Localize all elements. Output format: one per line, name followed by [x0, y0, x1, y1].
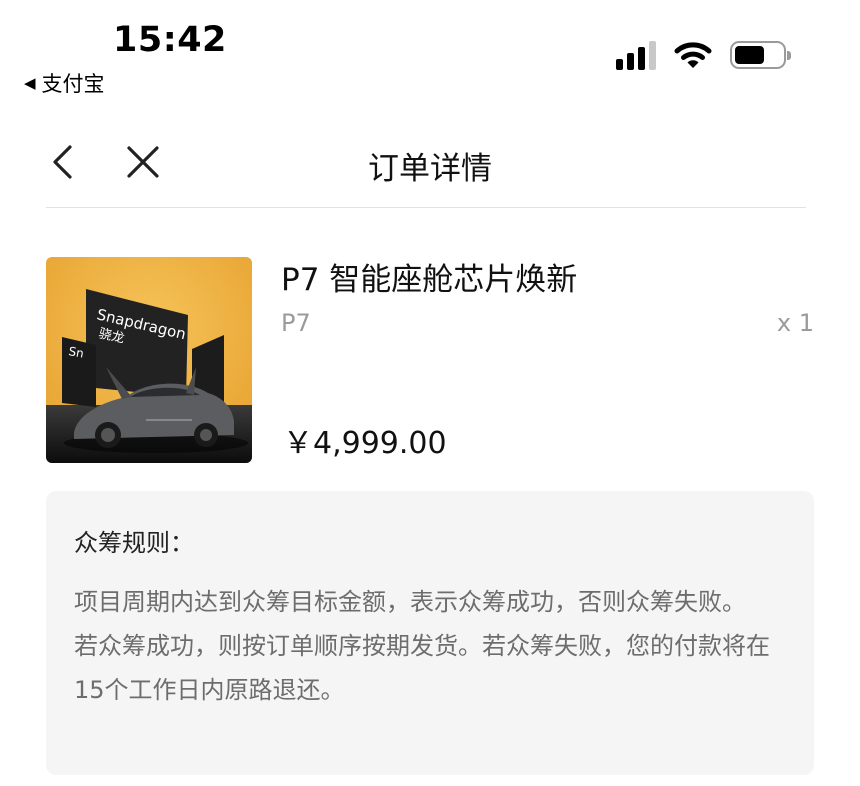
product-name: P7 智能座舱芯片焕新	[281, 262, 578, 298]
product-price: ￥4,999.00	[283, 426, 447, 461]
back-triangle-icon: ◀	[24, 74, 36, 92]
status-icons	[616, 40, 791, 70]
back-app-label: 支付宝	[41, 72, 105, 96]
rules-text: 项目周期内达到众筹目标金额，表示众筹成功，否则众筹失败。 若众筹成功，则按订单顺…	[74, 580, 786, 712]
product-quantity: x 1	[776, 309, 814, 337]
wifi-icon	[674, 42, 712, 68]
svg-text:Sn: Sn	[67, 344, 84, 360]
status-time: 15:42	[113, 20, 227, 60]
page-title: 订单详情	[368, 151, 492, 187]
back-to-app-link[interactable]: ◀ 支付宝	[24, 68, 105, 98]
rules-paragraph: 项目周期内达到众筹目标金额，表示众筹成功，否则众筹失败。	[74, 588, 746, 616]
product-image-graphic: Snapdragon 骁龙 Sn	[46, 257, 252, 463]
header-divider	[46, 207, 806, 208]
signal-icon	[616, 40, 656, 70]
rules-title: 众筹规则：	[74, 529, 194, 557]
rules-paragraph: 若众筹成功，则按订单顺序按期发货。若众筹失败，您的付款将在15个工作日内原路退还…	[74, 632, 770, 704]
product-image[interactable]: Snapdragon 骁龙 Sn	[46, 257, 252, 463]
product-variant: P7	[281, 309, 311, 337]
crowdfunding-rules-card: 众筹规则： 项目周期内达到众筹目标金额，表示众筹成功，否则众筹失败。 若众筹成功…	[46, 491, 814, 775]
battery-icon	[730, 41, 791, 69]
